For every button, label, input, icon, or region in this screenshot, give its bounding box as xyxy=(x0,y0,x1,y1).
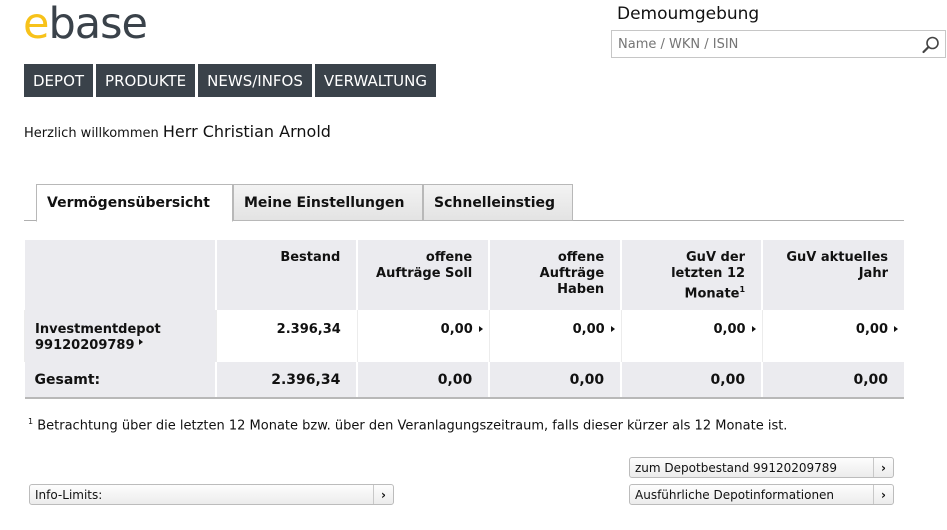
depotinformationen-button[interactable]: Ausführliche Depotinformationen › xyxy=(629,484,894,505)
user-name: Herr Christian Arnold xyxy=(162,122,331,141)
chevron-right-icon: › xyxy=(873,458,893,477)
header-bestand: Bestand xyxy=(215,240,358,311)
cell-bestand: 2.396,34 xyxy=(215,310,358,363)
table-row: Investmentdepot 99120209789 2.396,34 0,0… xyxy=(24,310,904,363)
arrow-right-icon xyxy=(478,326,483,333)
main-nav: DEPOT PRODUKTE NEWS/INFOS VERWALTUNG xyxy=(24,64,436,97)
welcome-message: Herzlich willkommen Herr Christian Arnol… xyxy=(24,122,331,141)
arrow-right-icon xyxy=(138,339,143,346)
environment-label: Demoumgebung xyxy=(617,4,760,24)
cell-haben[interactable]: 0,00 xyxy=(488,310,622,363)
cell-guvjahr[interactable]: 0,00 xyxy=(761,310,904,363)
depotbestand-button[interactable]: zum Depotbestand 99120209789 › xyxy=(629,457,894,478)
total-guvjahr: 0,00 xyxy=(761,362,904,400)
depotbestand-label: zum Depotbestand 99120209789 xyxy=(635,460,838,475)
depotinformationen-label: Ausführliche Depotinformationen xyxy=(635,487,835,502)
arrow-right-icon xyxy=(610,326,615,333)
total-guv12: 0,00 xyxy=(620,362,763,400)
tab-vermoegensuebersicht[interactable]: Vermögensübersicht xyxy=(36,184,233,222)
logo-text: base xyxy=(48,0,148,49)
nav-item-news-infos[interactable]: NEWS/INFOS xyxy=(198,64,312,97)
ebase-logo[interactable]: ebase xyxy=(23,0,148,49)
depot-label: Investmentdepot 99120209789 xyxy=(24,310,217,363)
tab-bar: Vermögensübersicht Meine Einstellungen S… xyxy=(24,184,904,222)
header-guv-12-monate: GuV der letzten 12 Monate1 xyxy=(620,240,763,311)
chevron-right-icon: › xyxy=(873,485,893,504)
total-row: Gesamt: 2.396,34 0,00 0,00 0,00 0,00 xyxy=(24,362,904,400)
total-haben: 0,00 xyxy=(488,362,622,400)
arrow-right-icon xyxy=(894,326,898,333)
footnote-marker: 1 xyxy=(739,285,746,294)
search-box xyxy=(611,30,946,58)
tab-meine-einstellungen[interactable]: Meine Einstellungen xyxy=(233,184,423,221)
footnote: 1 Betrachtung über die letzten 12 Monate… xyxy=(28,417,787,433)
logo-accent: e xyxy=(23,0,49,49)
header-guv-aktuelles-jahr: GuV aktuelles Jahr xyxy=(761,240,904,311)
welcome-greeting: Herzlich willkommen xyxy=(24,126,159,141)
table-header-row: Bestand offene Aufträge Soll offene Aufträ… xyxy=(24,240,904,311)
info-limits-button[interactable]: Info-Limits: › xyxy=(29,484,394,505)
cell-guv12[interactable]: 0,00 xyxy=(620,310,763,363)
search-input[interactable] xyxy=(612,31,912,57)
total-label: Gesamt: xyxy=(24,362,217,400)
cell-soll[interactable]: 0,00 xyxy=(356,310,490,363)
search-icon[interactable] xyxy=(921,35,941,55)
chevron-right-icon: › xyxy=(373,485,393,504)
header-account xyxy=(24,240,217,311)
info-limits-label: Info-Limits: xyxy=(35,487,103,502)
nav-item-depot[interactable]: DEPOT xyxy=(24,64,94,97)
nav-item-produkte[interactable]: PRODUKTE xyxy=(96,64,196,97)
footnote-text: Betrachtung über die letzten 12 Monate b… xyxy=(33,418,788,434)
total-soll: 0,00 xyxy=(356,362,490,400)
depot-number-link[interactable]: 99120209789 xyxy=(35,338,143,353)
header-offene-auftraege-haben: offene Aufträge Haben xyxy=(488,240,622,311)
total-bestand: 2.396,34 xyxy=(215,362,358,400)
asset-overview-table: Bestand offene Aufträge Soll offene Aufträ… xyxy=(24,240,904,400)
tab-schnelleinstieg[interactable]: Schnelleinstieg xyxy=(423,184,573,221)
header-offene-auftraege-soll: offene Aufträge Soll xyxy=(356,240,490,311)
arrow-right-icon xyxy=(751,326,756,333)
nav-item-verwaltung[interactable]: VERWALTUNG xyxy=(314,64,436,97)
